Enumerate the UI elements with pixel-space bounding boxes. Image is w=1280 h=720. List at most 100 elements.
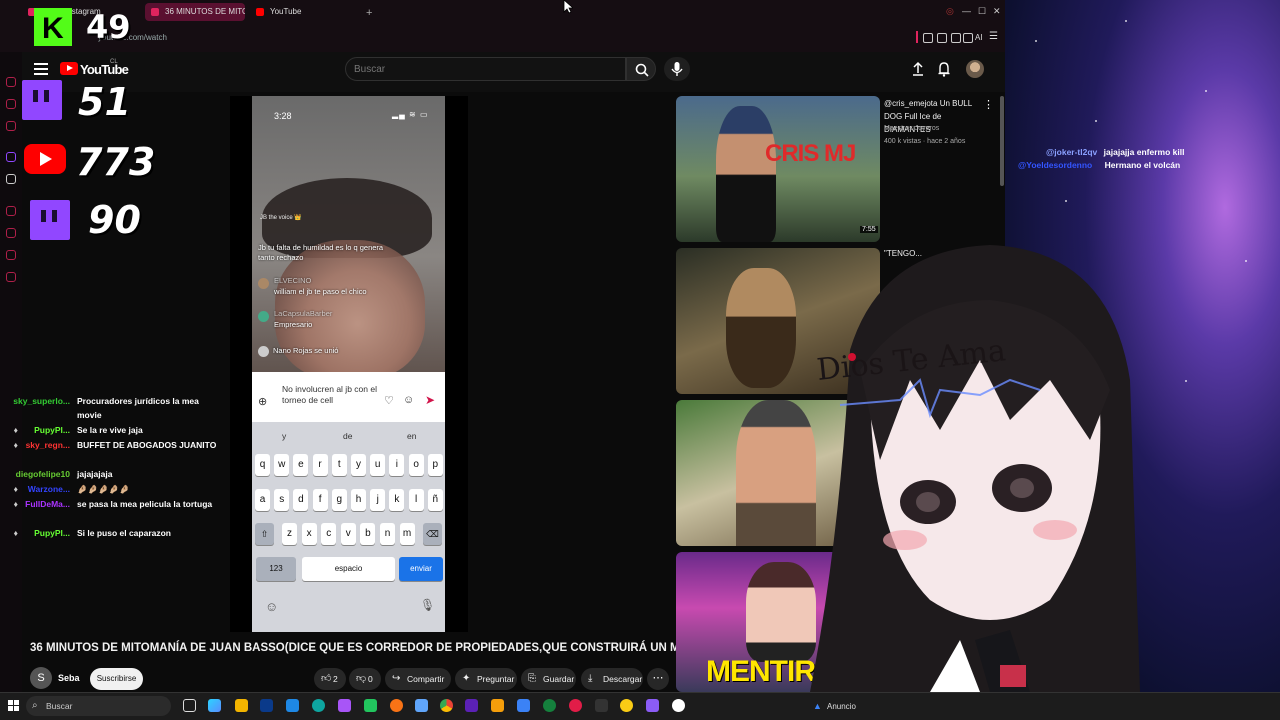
tab-label: 36 MINUTOS DE MITO [165,7,245,16]
share-arrow-icon: ↪ [392,673,401,684]
more-vert-icon[interactable]: ⋮ [983,98,994,111]
copilot-icon[interactable] [208,699,221,712]
chrome-icon[interactable] [440,699,453,712]
app-icon[interactable] [415,699,428,712]
windows-start-icon[interactable] [8,700,20,712]
phone-chat-name: LaCapsulaBarber [274,309,333,318]
app-icon[interactable] [646,699,659,712]
phone-chat-name: ELVECINO [274,276,312,285]
history-icon[interactable] [6,121,16,131]
firefox-icon[interactable] [390,699,403,712]
clock-icon[interactable] [6,228,16,238]
channel-avatar[interactable]: S [30,667,52,689]
home-icon[interactable] [6,77,16,87]
youtube-logo-icon[interactable] [60,62,78,75]
twitch-icon[interactable] [6,152,16,162]
keyboard-key: y [351,454,366,476]
recommendation-channel[interactable]: Maestros Joyeros [884,125,939,132]
player-icon[interactable] [6,206,16,216]
bookmark-icon[interactable] [6,99,16,109]
bell-icon[interactable] [937,61,951,77]
stream-chat-message: 🤌🏼🤌🏼🤌🏼🤌🏼🤌🏼 [77,484,130,494]
search-button[interactable] [626,57,656,81]
app-icon[interactable] [491,699,504,712]
phone-status-icons: ▂▄ ≋ ▭ [392,110,429,119]
ai-button[interactable]: AI [975,33,983,42]
star [1245,260,1247,262]
hamburger-menu-icon[interactable] [34,63,48,75]
more-actions-button[interactable]: ⋯ [647,668,669,690]
scrollbar[interactable] [1000,96,1004,186]
app-icon[interactable] [517,699,530,712]
keyboard-key: n [380,523,395,545]
voice-search-button[interactable] [664,57,690,81]
opera-icon[interactable] [569,699,582,712]
overlay-chat-message: Hermano el volcán [1104,160,1181,170]
edge-icon[interactable] [312,699,325,712]
youtube-icon [24,144,66,174]
video-duration: 7:55 [860,226,878,233]
minimize-icon[interactable]: — [962,6,972,16]
key-space: espacio [302,557,395,581]
share-icon[interactable] [923,33,933,43]
keyboard-key: i [389,454,405,476]
phone-chat-line: Jb tu falta de humildad es lo q genera t… [258,243,384,262]
chat-icon[interactable] [6,250,16,260]
ask-label: Preguntar [477,674,515,684]
menu-icon[interactable]: ☰ [989,31,998,42]
maximize-icon[interactable]: ☐ [978,6,988,16]
ask-button[interactable]: ✦ Preguntar [455,668,517,690]
stream-chat-message: BUFFET DE ABOGADOS JUANITO [77,440,217,450]
overlay-chat-message: jajajajja enfermo kill [1103,147,1185,157]
dislike-button[interactable]: 👎︎ 0 [349,668,381,690]
app-icon[interactable] [465,699,478,712]
youtube-wordmark[interactable]: YouTube [80,62,129,77]
star [1125,20,1127,22]
subscribe-button[interactable]: Suscribirse [90,668,143,690]
keyboard-key: ñ [427,489,443,511]
file-explorer-icon[interactable] [235,699,248,712]
x-icon[interactable] [6,174,16,184]
app-icon[interactable] [595,699,608,712]
keyboard-key: s [274,489,290,511]
keyboard-key: j [370,489,386,511]
app-icon[interactable] [543,699,556,712]
overlay-chat-name: @Yoeldesordenno [1018,160,1093,170]
close-icon[interactable]: ✕ [993,6,1003,16]
keyboard-key: d [293,489,309,511]
app-icon[interactable] [338,699,351,712]
task-view-icon[interactable] [183,699,196,712]
search-input[interactable] [345,57,626,81]
share-button[interactable]: ↪ Compartir [385,668,451,690]
extension-icon[interactable]: ◎ [946,6,956,16]
settings-icon[interactable] [963,33,973,43]
recommendation-thumbnail[interactable] [676,96,880,242]
mouse-cursor-icon [563,0,573,14]
star [1185,380,1187,382]
vscode-icon[interactable] [260,699,273,712]
tab-youtube[interactable]: YouTube [250,3,340,21]
channel-name[interactable]: Seba [58,673,80,683]
browser-sidebar [0,52,22,692]
download-button[interactable]: ⤓ Descargar [581,668,643,690]
app-icon[interactable] [286,699,299,712]
warning-icon: ▲ [813,701,822,711]
phone-chat-avatar [258,311,269,322]
download-icon[interactable] [951,33,961,43]
video-title: 36 MINUTOS DE MITOMANÍA DE JUAN BASSO(DI… [30,642,715,654]
new-tab-button[interactable]: + [346,4,372,22]
app-icon[interactable] [364,699,377,712]
taskbar-search[interactable]: ⌕ Buscar [26,696,171,716]
gear-icon[interactable] [6,272,16,282]
upload-icon[interactable] [911,61,925,77]
phone-chat-line: Nano Rojas se unió [273,346,339,355]
tab-active-video[interactable]: 36 MINUTOS DE MITO [145,3,245,21]
like-button[interactable]: 👍︎ 2 [314,668,346,690]
twitch-icon [30,200,70,240]
app-icon[interactable] [672,699,685,712]
account-avatar[interactable] [966,60,984,78]
keyboard-key: p [427,454,443,476]
save-button[interactable]: ⎘ Guardar [521,668,576,690]
app-icon[interactable] [620,699,633,712]
lock-icon[interactable] [937,33,947,43]
